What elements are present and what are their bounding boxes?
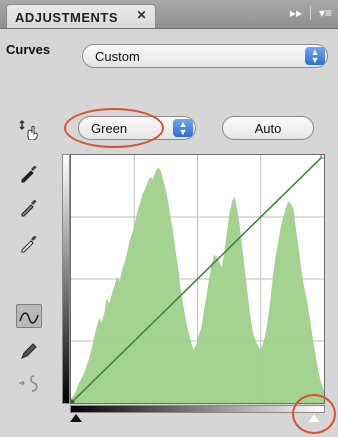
auto-button[interactable]: Auto (222, 116, 314, 140)
white-point-eyedropper-icon[interactable] (18, 232, 40, 254)
adjustments-tab-title: ADJUSTMENTS (15, 10, 119, 25)
curve-edit-svg (19, 312, 39, 324)
curves-preset-spinner-icon[interactable]: ▲ ▼ (305, 47, 325, 65)
curve-point-white[interactable] (320, 151, 328, 159)
vertical-gradient-bar (62, 154, 70, 404)
pencil-svg (21, 343, 37, 359)
black-point-eyedropper-icon[interactable] (18, 162, 40, 184)
panel-controls-separator (309, 6, 311, 20)
curves-label: Curves (6, 42, 51, 57)
adjustments-tab[interactable]: ADJUSTMENTS ✕ (6, 4, 156, 28)
channel-select-spinner-icon[interactable]: ▲ ▼ (173, 119, 193, 137)
panel-tab-bar: ADJUSTMENTS ✕ ▸▸ ▾≡ (0, 0, 338, 29)
black-input-slider-icon[interactable] (70, 414, 82, 422)
curves-preset-select[interactable]: Custom ▲ ▼ (82, 44, 328, 68)
horizontal-gradient-bar (70, 405, 325, 413)
gray-point-eyedropper-icon[interactable] (18, 196, 40, 218)
panel-menu-icon[interactable]: ▾≡ (319, 6, 332, 20)
collapse-panel-icon[interactable]: ▸▸ (290, 6, 302, 20)
curve-edit-points-icon[interactable] (16, 304, 42, 328)
channel-highlight-circle (64, 108, 164, 148)
panel-controls: ▸▸ ▾≡ (290, 6, 332, 20)
curves-preset-value: Custom (95, 49, 140, 64)
white-eyedropper-svg (21, 235, 37, 253)
black-eyedropper-svg (21, 165, 37, 183)
gray-eyedropper-svg (21, 199, 37, 217)
white-slider-highlight-circle (292, 394, 336, 434)
on-image-adjustment-icon[interactable] (18, 118, 40, 141)
smooth-curve-icon[interactable] (18, 372, 40, 394)
curves-graph[interactable] (67, 151, 328, 407)
on-image-adjustment-svg (19, 119, 38, 141)
curve-point-black[interactable] (67, 399, 75, 407)
tab-close-icon[interactable]: ✕ (136, 8, 147, 22)
smooth-svg (19, 375, 38, 392)
curves-graph-svg (67, 151, 328, 407)
adjustments-panel: ADJUSTMENTS ✕ ▸▸ ▾≡ Curves Custom ▲ ▼ Gr… (0, 0, 338, 437)
pencil-draw-icon[interactable] (18, 340, 40, 362)
